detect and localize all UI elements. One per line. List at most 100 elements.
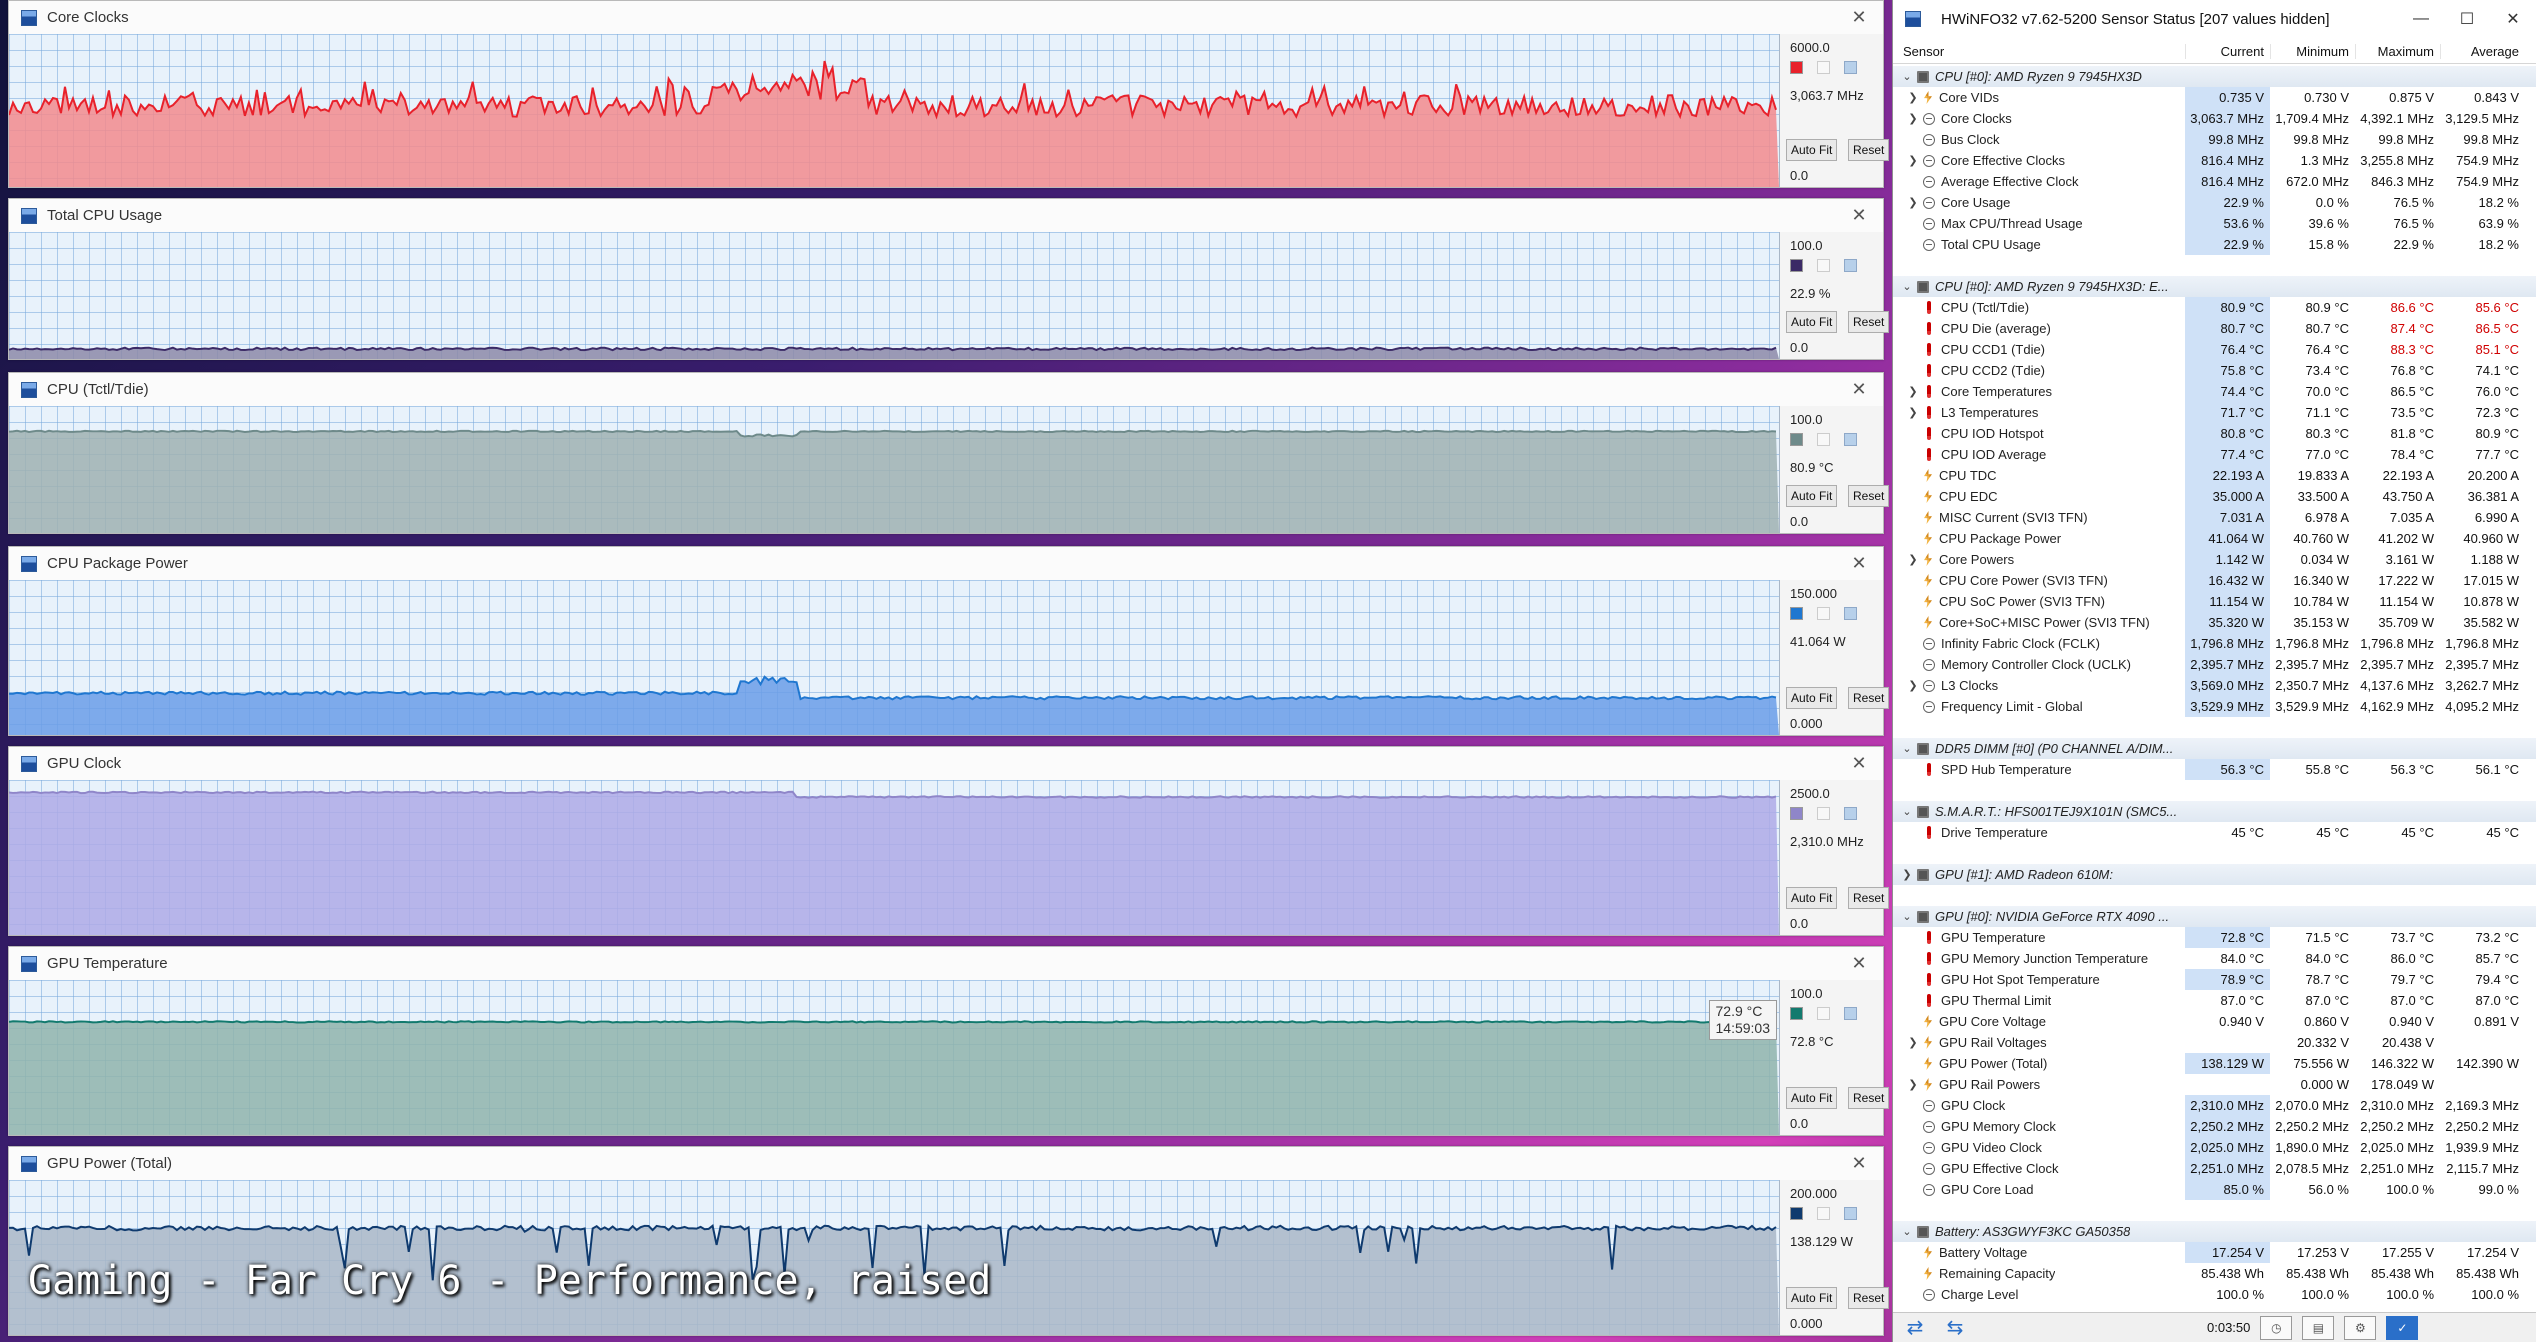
sensor-row[interactable]: GPU Video Clock 2,025.0 MHz 1,890.0 MHz 2,…	[1893, 1137, 2536, 1158]
sensor-group-header[interactable]: ⌄ CPU [#0]: AMD Ryzen 9 7945HX3D	[1893, 66, 2536, 87]
sensor-row[interactable]: CPU EDC 35.000 A 33.500 A 43.750 A 36.381 A	[1893, 486, 2536, 507]
hwinfo-titlebar[interactable]: HWiNFO32 v7.62-5200 Sensor Status [207 v…	[1893, 0, 2536, 38]
chevron-right-icon[interactable]: ❯	[1907, 553, 1919, 566]
auto-fit-button[interactable]: Auto Fit	[1786, 1287, 1838, 1309]
auto-fit-button[interactable]: Auto Fit	[1786, 311, 1838, 333]
chevron-right-icon[interactable]: ❯	[1907, 385, 1919, 398]
sensor-row[interactable]: ❯ Core Usage 22.9 % 0.0 % 76.5 % 18.2 %	[1893, 192, 2536, 213]
chevron-right-icon[interactable]: ❯	[1907, 196, 1919, 209]
sensor-row[interactable]: Charge Level 100.0 % 100.0 % 100.0 % 100.0 …	[1893, 1284, 2536, 1305]
sensor-row[interactable]: GPU Memory Clock 2,250.2 MHz 2,250.2 MHz 2…	[1893, 1116, 2536, 1137]
sensor-row[interactable]: SPD Hub Temperature 56.3 °C 55.8 °C 56.3 °…	[1893, 759, 2536, 780]
sensor-row[interactable]: ❯ Core VIDs 0.735 V 0.730 V 0.875 V 0.843 V	[1893, 87, 2536, 108]
auto-fit-button[interactable]: Auto Fit	[1786, 139, 1838, 161]
close-sensors-icon[interactable]: ✓	[2386, 1315, 2419, 1340]
sensor-row[interactable]: Remaining Capacity 85.438 Wh 85.438 Wh 85.…	[1893, 1263, 2536, 1284]
close-icon[interactable]: ✕	[1835, 947, 1883, 980]
chevron-right-icon[interactable]: ❯	[1907, 1036, 1919, 1049]
reset-button[interactable]: Reset	[1848, 139, 1890, 161]
report-icon[interactable]: ▤	[2302, 1315, 2335, 1340]
sensor-row[interactable]: CPU IOD Average 77.4 °C 77.0 °C 78.4 °C 77.…	[1893, 444, 2536, 465]
chevron-down-icon[interactable]: ⌄	[1901, 910, 1913, 923]
sensor-group-header[interactable]: ⌄ Battery: AS3GWYF3KC GA50358	[1893, 1221, 2536, 1242]
sensor-row[interactable]: CPU Core Power (SVI3 TFN) 16.432 W 16.340…	[1893, 570, 2536, 591]
auto-fit-button[interactable]: Auto Fit	[1786, 1087, 1838, 1109]
sensor-row[interactable]: GPU Temperature 72.8 °C 71.5 °C 73.7 °C 73.…	[1893, 927, 2536, 948]
auto-fit-button[interactable]: Auto Fit	[1786, 887, 1838, 909]
sensor-group-header[interactable]: ⌄ GPU [#0]: NVIDIA GeForce RTX 4090 ...	[1893, 906, 2536, 927]
graph-window-cpu-package-power[interactable]: CPU Package Power ✕ 150.000 41.064 W Aut…	[8, 546, 1890, 736]
grid-swatch[interactable]	[1844, 807, 1857, 820]
graph-window-gpu-clock[interactable]: GPU Clock ✕ 2500.0 2,310.0 MHz Auto Fit …	[8, 746, 1890, 936]
graph-titlebar[interactable]: CPU Package Power ✕	[9, 547, 1883, 580]
close-icon[interactable]: ✕	[1835, 1, 1883, 34]
graph-window-gpu-power[interactable]: GPU Power (Total) ✕ 200.000 138.129 W Au…	[8, 1146, 1890, 1336]
sensor-row[interactable]: MISC Current (SVI3 TFN) 7.031 A 6.978 A 7.…	[1893, 507, 2536, 528]
chevron-right-icon[interactable]: ❯	[1907, 679, 1919, 692]
column-minimum[interactable]: Minimum	[2270, 44, 2355, 59]
reset-button[interactable]: Reset	[1848, 485, 1890, 507]
sensor-row[interactable]: GPU Effective Clock 2,251.0 MHz 2,078.5 M…	[1893, 1158, 2536, 1179]
close-icon[interactable]: ✕	[1835, 199, 1883, 232]
graph-titlebar[interactable]: Core Clocks ✕	[9, 1, 1883, 34]
chevron-down-icon[interactable]: ⌄	[1901, 280, 1913, 293]
grid-swatch[interactable]	[1844, 259, 1857, 272]
sensor-row[interactable]: ❯ L3 Temperatures 71.7 °C 71.1 °C 73.5 °C 7…	[1893, 402, 2536, 423]
background-swatch[interactable]	[1817, 61, 1830, 74]
maximize-icon[interactable]: ☐	[2444, 0, 2490, 38]
line-color-swatch[interactable]	[1790, 1207, 1803, 1220]
line-color-swatch[interactable]	[1790, 61, 1803, 74]
sensor-row[interactable]: Max CPU/Thread Usage 53.6 % 39.6 % 76.5 % 6…	[1893, 213, 2536, 234]
sensor-row[interactable]: CPU (Tctl/Tdie) 80.9 °C 80.9 °C 86.6 °C 85.…	[1893, 297, 2536, 318]
reset-button[interactable]: Reset	[1848, 1087, 1890, 1109]
reset-button[interactable]: Reset	[1848, 687, 1890, 709]
grid-swatch[interactable]	[1844, 607, 1857, 620]
sensor-row[interactable]: CPU Package Power 41.064 W 40.760 W 41.202…	[1893, 528, 2536, 549]
reset-button[interactable]: Reset	[1848, 887, 1890, 909]
graph-titlebar[interactable]: GPU Temperature ✕	[9, 947, 1883, 980]
background-swatch[interactable]	[1817, 1007, 1830, 1020]
sensor-row[interactable]: Average Effective Clock 816.4 MHz 672.0 M…	[1893, 171, 2536, 192]
sensor-row[interactable]: ❯ Core Clocks 3,063.7 MHz 1,709.4 MHz 4,39…	[1893, 108, 2536, 129]
graph-window-total-cpu-usage[interactable]: Total CPU Usage ✕ 100.0 22.9 % Auto Fit …	[8, 198, 1890, 360]
sensor-row[interactable]: CPU SoC Power (SVI3 TFN) 11.154 W 10.784 …	[1893, 591, 2536, 612]
grid-swatch[interactable]	[1844, 1007, 1857, 1020]
sensor-row[interactable]: GPU Memory Junction Temperature 84.0 °C 8…	[1893, 948, 2536, 969]
reset-button[interactable]: Reset	[1848, 1287, 1890, 1309]
background-swatch[interactable]	[1817, 1207, 1830, 1220]
graph-titlebar[interactable]: CPU (Tctl/Tdie) ✕	[9, 373, 1883, 406]
sensor-row[interactable]: Bus Clock 99.8 MHz 99.8 MHz 99.8 MHz 99.8 M…	[1893, 129, 2536, 150]
grid-swatch[interactable]	[1844, 433, 1857, 446]
chevron-right-icon[interactable]: ❯	[1907, 406, 1919, 419]
sensor-row[interactable]: GPU Thermal Limit 87.0 °C 87.0 °C 87.0 °C 8…	[1893, 990, 2536, 1011]
sensor-row[interactable]: GPU Core Voltage 0.940 V 0.860 V 0.940 V 0.…	[1893, 1011, 2536, 1032]
sensor-row[interactable]: Frequency Limit - Global 3,529.9 MHz 3,52…	[1893, 696, 2536, 717]
graph-window-core-clocks[interactable]: Core Clocks ✕ 6000.0 3,063.7 MHz Auto Fi…	[8, 0, 1890, 188]
chevron-down-icon[interactable]: ⌄	[1901, 805, 1913, 818]
sensor-row[interactable]: CPU TDC 22.193 A 19.833 A 22.193 A 20.200 A	[1893, 465, 2536, 486]
sensor-row[interactable]: CPU Die (average) 80.7 °C 80.7 °C 87.4 °C 8…	[1893, 318, 2536, 339]
sensor-row[interactable]: ❯ Core Effective Clocks 816.4 MHz 1.3 MHz…	[1893, 150, 2536, 171]
sensor-row[interactable]: ❯ GPU Rail Voltages 20.332 V 20.438 V	[1893, 1032, 2536, 1053]
sensor-row[interactable]: Core+SoC+MISC Power (SVI3 TFN) 35.320 W 3…	[1893, 612, 2536, 633]
close-icon[interactable]: ✕	[1835, 747, 1883, 780]
column-current[interactable]: Current	[2185, 44, 2270, 59]
auto-fit-button[interactable]: Auto Fit	[1786, 687, 1838, 709]
close-icon[interactable]: ✕	[2490, 0, 2536, 38]
background-swatch[interactable]	[1817, 259, 1830, 272]
settings-icon[interactable]: ⚙	[2344, 1315, 2377, 1340]
column-maximum[interactable]: Maximum	[2355, 44, 2440, 59]
sensor-row[interactable]: ❯ Core Temperatures 74.4 °C 70.0 °C 86.5 °…	[1893, 381, 2536, 402]
sensor-row[interactable]: Total CPU Usage 22.9 % 15.8 % 22.9 % 18.2 %	[1893, 234, 2536, 255]
sensor-row[interactable]: GPU Hot Spot Temperature 78.9 °C 78.7 °C 7…	[1893, 969, 2536, 990]
graph-window-gpu-temperature[interactable]: GPU Temperature ✕ 72.9 °C 14:59:03 100.0 …	[8, 946, 1890, 1136]
close-icon[interactable]: ✕	[1835, 373, 1883, 406]
sensor-row[interactable]: Drive Temperature 45 °C 45 °C 45 °C 45 °C	[1893, 822, 2536, 843]
sensor-row[interactable]: GPU Power (Total) 138.129 W 75.556 W 146.3…	[1893, 1053, 2536, 1074]
minimize-icon[interactable]: —	[2398, 0, 2444, 38]
sensor-row[interactable]: CPU CCD2 (Tdie) 75.8 °C 73.4 °C 76.8 °C 74.…	[1893, 360, 2536, 381]
graph-window-cpu-tctl[interactable]: CPU (Tctl/Tdie) ✕ 100.0 80.9 °C Auto Fit…	[8, 372, 1890, 534]
chevron-right-icon[interactable]: ❯	[1907, 154, 1919, 167]
background-swatch[interactable]	[1817, 607, 1830, 620]
sensor-group-header[interactable]: ⌄ DDR5 DIMM [#0] (P0 CHANNEL A/DIM...	[1893, 738, 2536, 759]
